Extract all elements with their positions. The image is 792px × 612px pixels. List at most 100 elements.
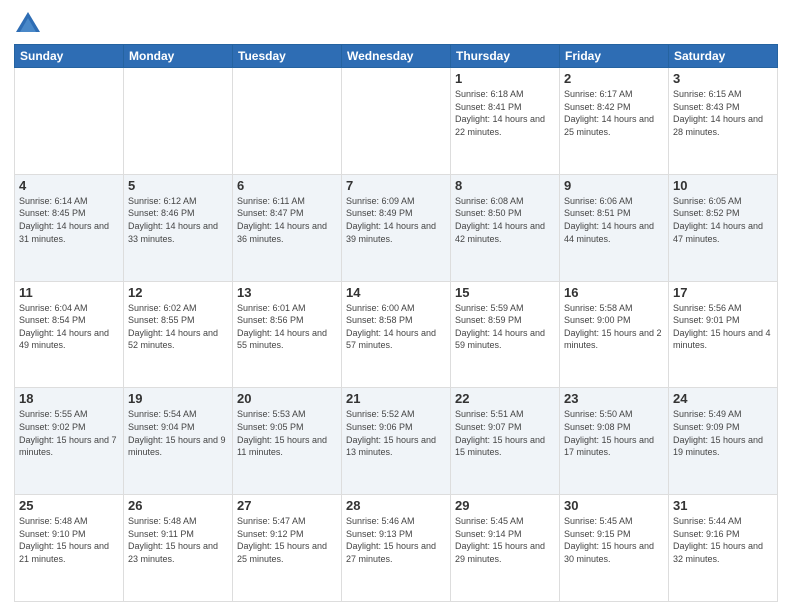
- day-detail: Sunrise: 5:44 AM Sunset: 9:16 PM Dayligh…: [673, 515, 773, 565]
- day-detail: Sunrise: 6:11 AM Sunset: 8:47 PM Dayligh…: [237, 195, 337, 245]
- day-detail: Sunrise: 5:45 AM Sunset: 9:15 PM Dayligh…: [564, 515, 664, 565]
- calendar-cell: 19 Sunrise: 5:54 AM Sunset: 9:04 PM Dayli…: [124, 388, 233, 495]
- calendar-cell: 10Sunrise: 6:05 AM Sunset: 8:52 PM Dayli…: [669, 174, 778, 281]
- calendar-cell: 20 Sunrise: 5:53 AM Sunset: 9:05 PM Dayli…: [233, 388, 342, 495]
- weekday-header: Friday: [560, 45, 669, 68]
- day-number: 23: [564, 391, 664, 406]
- day-detail: Sunrise: 5:48 AM Sunset: 9:10 PM Dayligh…: [19, 515, 119, 565]
- day-detail: Sunrise: 5:58 AM Sunset: 9:00 PM Dayligh…: [564, 302, 664, 352]
- header: [14, 10, 778, 38]
- day-number: 12: [128, 285, 228, 300]
- calendar-cell: 14 Sunrise: 6:00 AM Sunset: 8:58 PM Dayli…: [342, 281, 451, 388]
- calendar-cell: 26Sunrise: 5:48 AM Sunset: 9:11 PM Dayli…: [124, 495, 233, 602]
- day-detail: Sunrise: 6:15 AM Sunset: 8:43 PM Dayligh…: [673, 88, 773, 138]
- weekday-header: Monday: [124, 45, 233, 68]
- day-detail: Sunrise: 5:47 AM Sunset: 9:12 PM Dayligh…: [237, 515, 337, 565]
- calendar-cell: 5 Sunrise: 6:12 AM Sunset: 8:46 PM Daylig…: [124, 174, 233, 281]
- calendar-body: 1 Sunrise: 6:18 AM Sunset: 8:41 PM Daylig…: [15, 68, 778, 602]
- calendar-cell: 11 Sunrise: 6:04 AM Sunset: 8:54 PM Dayli…: [15, 281, 124, 388]
- weekday-header: Tuesday: [233, 45, 342, 68]
- calendar-row: 18 Sunrise: 5:55 AM Sunset: 9:02 PM Dayli…: [15, 388, 778, 495]
- calendar-row: 1 Sunrise: 6:18 AM Sunset: 8:41 PM Daylig…: [15, 68, 778, 175]
- day-number: 16: [564, 285, 664, 300]
- day-number: 5: [128, 178, 228, 193]
- calendar-cell: 30 Sunrise: 5:45 AM Sunset: 9:15 PM Dayli…: [560, 495, 669, 602]
- day-number: 6: [237, 178, 337, 193]
- day-detail: Sunrise: 5:53 AM Sunset: 9:05 PM Dayligh…: [237, 408, 337, 458]
- calendar-cell: 27 Sunrise: 5:47 AM Sunset: 9:12 PM Dayli…: [233, 495, 342, 602]
- day-number: 13: [237, 285, 337, 300]
- calendar-cell: [342, 68, 451, 175]
- calendar-cell: 1 Sunrise: 6:18 AM Sunset: 8:41 PM Daylig…: [451, 68, 560, 175]
- calendar-row: 4Sunrise: 6:14 AM Sunset: 8:45 PM Daylig…: [15, 174, 778, 281]
- calendar-cell: 25Sunrise: 5:48 AM Sunset: 9:10 PM Dayli…: [15, 495, 124, 602]
- calendar-cell: 28Sunrise: 5:46 AM Sunset: 9:13 PM Dayli…: [342, 495, 451, 602]
- logo: [14, 10, 46, 38]
- calendar-cell: 8 Sunrise: 6:08 AM Sunset: 8:50 PM Daylig…: [451, 174, 560, 281]
- day-detail: Sunrise: 6:12 AM Sunset: 8:46 PM Dayligh…: [128, 195, 228, 245]
- calendar-cell: 31 Sunrise: 5:44 AM Sunset: 9:16 PM Dayli…: [669, 495, 778, 602]
- calendar-cell: 16 Sunrise: 5:58 AM Sunset: 9:00 PM Dayli…: [560, 281, 669, 388]
- day-detail: Sunrise: 5:45 AM Sunset: 9:14 PM Dayligh…: [455, 515, 555, 565]
- calendar-cell: 2 Sunrise: 6:17 AM Sunset: 8:42 PM Daylig…: [560, 68, 669, 175]
- day-number: 8: [455, 178, 555, 193]
- day-number: 22: [455, 391, 555, 406]
- day-detail: Sunrise: 6:09 AM Sunset: 8:49 PM Dayligh…: [346, 195, 446, 245]
- calendar-cell: 22 Sunrise: 5:51 AM Sunset: 9:07 PM Dayli…: [451, 388, 560, 495]
- weekday-header: Saturday: [669, 45, 778, 68]
- calendar-cell: 9Sunrise: 6:06 AM Sunset: 8:51 PM Daylig…: [560, 174, 669, 281]
- day-number: 4: [19, 178, 119, 193]
- calendar-cell: [233, 68, 342, 175]
- day-number: 30: [564, 498, 664, 513]
- day-number: 19: [128, 391, 228, 406]
- calendar-cell: [124, 68, 233, 175]
- day-number: 2: [564, 71, 664, 86]
- day-detail: Sunrise: 6:06 AM Sunset: 8:51 PM Dayligh…: [564, 195, 664, 245]
- calendar-cell: 7 Sunrise: 6:09 AM Sunset: 8:49 PM Daylig…: [342, 174, 451, 281]
- day-number: 20: [237, 391, 337, 406]
- day-number: 14: [346, 285, 446, 300]
- day-detail: Sunrise: 5:49 AM Sunset: 9:09 PM Dayligh…: [673, 408, 773, 458]
- day-detail: Sunrise: 5:55 AM Sunset: 9:02 PM Dayligh…: [19, 408, 119, 458]
- day-number: 27: [237, 498, 337, 513]
- day-number: 15: [455, 285, 555, 300]
- day-number: 21: [346, 391, 446, 406]
- day-number: 1: [455, 71, 555, 86]
- logo-icon: [14, 10, 42, 38]
- day-detail: Sunrise: 6:18 AM Sunset: 8:41 PM Dayligh…: [455, 88, 555, 138]
- day-detail: Sunrise: 6:08 AM Sunset: 8:50 PM Dayligh…: [455, 195, 555, 245]
- day-number: 7: [346, 178, 446, 193]
- weekday-header: Wednesday: [342, 45, 451, 68]
- day-number: 31: [673, 498, 773, 513]
- calendar-cell: 12Sunrise: 6:02 AM Sunset: 8:55 PM Dayli…: [124, 281, 233, 388]
- calendar-cell: 13 Sunrise: 6:01 AM Sunset: 8:56 PM Dayli…: [233, 281, 342, 388]
- calendar-row: 25Sunrise: 5:48 AM Sunset: 9:10 PM Dayli…: [15, 495, 778, 602]
- day-number: 17: [673, 285, 773, 300]
- day-detail: Sunrise: 5:50 AM Sunset: 9:08 PM Dayligh…: [564, 408, 664, 458]
- day-detail: Sunrise: 5:51 AM Sunset: 9:07 PM Dayligh…: [455, 408, 555, 458]
- calendar-cell: 21 Sunrise: 5:52 AM Sunset: 9:06 PM Dayli…: [342, 388, 451, 495]
- day-detail: Sunrise: 5:52 AM Sunset: 9:06 PM Dayligh…: [346, 408, 446, 458]
- day-number: 3: [673, 71, 773, 86]
- day-detail: Sunrise: 6:00 AM Sunset: 8:58 PM Dayligh…: [346, 302, 446, 352]
- calendar-cell: 24Sunrise: 5:49 AM Sunset: 9:09 PM Dayli…: [669, 388, 778, 495]
- calendar-cell: 4Sunrise: 6:14 AM Sunset: 8:45 PM Daylig…: [15, 174, 124, 281]
- calendar-cell: 17 Sunrise: 5:56 AM Sunset: 9:01 PM Dayli…: [669, 281, 778, 388]
- day-number: 28: [346, 498, 446, 513]
- day-detail: Sunrise: 5:54 AM Sunset: 9:04 PM Dayligh…: [128, 408, 228, 458]
- day-number: 18: [19, 391, 119, 406]
- day-detail: Sunrise: 5:56 AM Sunset: 9:01 PM Dayligh…: [673, 302, 773, 352]
- day-detail: Sunrise: 6:04 AM Sunset: 8:54 PM Dayligh…: [19, 302, 119, 352]
- page: SundayMondayTuesdayWednesdayThursdayFrid…: [0, 0, 792, 612]
- calendar-row: 11 Sunrise: 6:04 AM Sunset: 8:54 PM Dayli…: [15, 281, 778, 388]
- calendar-cell: 15Sunrise: 5:59 AM Sunset: 8:59 PM Dayli…: [451, 281, 560, 388]
- calendar: SundayMondayTuesdayWednesdayThursdayFrid…: [14, 44, 778, 602]
- day-detail: Sunrise: 6:17 AM Sunset: 8:42 PM Dayligh…: [564, 88, 664, 138]
- day-detail: Sunrise: 5:48 AM Sunset: 9:11 PM Dayligh…: [128, 515, 228, 565]
- calendar-cell: [15, 68, 124, 175]
- weekday-header: Thursday: [451, 45, 560, 68]
- day-detail: Sunrise: 6:01 AM Sunset: 8:56 PM Dayligh…: [237, 302, 337, 352]
- calendar-cell: 3 Sunrise: 6:15 AM Sunset: 8:43 PM Daylig…: [669, 68, 778, 175]
- day-number: 11: [19, 285, 119, 300]
- day-number: 10: [673, 178, 773, 193]
